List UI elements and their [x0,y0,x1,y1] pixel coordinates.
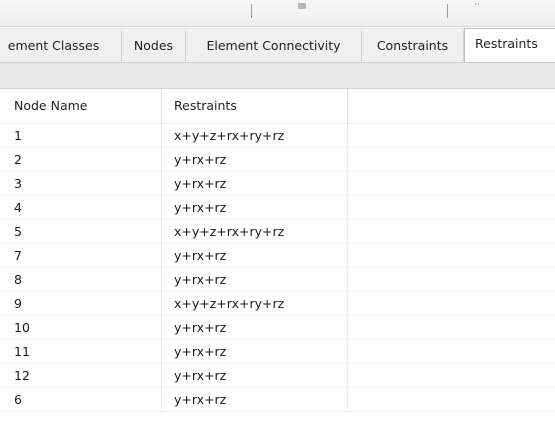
tab-nodes[interactable]: Nodes [122,31,186,61]
cell-restraints[interactable]: y+rx+rz [162,244,348,267]
toolbar-dots-icon: ·· [474,0,480,10]
restraints-table: Node Name Restraints 1 x+y+z+rx+ry+rz 2 y+r… [0,89,555,412]
tab-constraints[interactable]: Constraints [362,31,464,61]
tab-bar: ement Classes Nodes Element Connectivity… [0,28,555,63]
cell-restraints[interactable]: y+rx+rz [162,268,348,291]
table-row[interactable]: 5 x+y+z+rx+ry+rz [0,220,555,244]
table-row[interactable]: 6 y+rx+rz [0,388,555,412]
table-row[interactable]: 1 x+y+z+rx+ry+rz [0,124,555,148]
table-row[interactable]: 8 y+rx+rz [0,268,555,292]
cell-restraints[interactable]: x+y+z+rx+ry+rz [162,220,348,243]
table-row[interactable]: 4 y+rx+rz [0,196,555,220]
column-header-restraints[interactable]: Restraints [162,89,348,123]
table-row[interactable]: 7 y+rx+rz [0,244,555,268]
toolbar-separator [251,4,252,18]
cell-node-name[interactable]: 7 [0,244,162,267]
cell-restraints[interactable]: y+rx+rz [162,172,348,195]
toolbar-separator [447,4,448,18]
cell-node-name[interactable]: 1 [0,124,162,147]
toolbar-strip: ·· [0,0,555,27]
table-row[interactable]: 11 y+rx+rz [0,340,555,364]
cell-restraints[interactable]: y+rx+rz [162,388,348,411]
cell-restraints[interactable]: x+y+z+rx+ry+rz [162,124,348,147]
cell-node-name[interactable]: 3 [0,172,162,195]
table-row[interactable]: 9 x+y+z+rx+ry+rz [0,292,555,316]
table-row[interactable]: 2 y+rx+rz [0,148,555,172]
cell-node-name[interactable]: 11 [0,340,162,363]
table-header: Node Name Restraints [0,89,555,124]
cell-restraints[interactable]: y+rx+rz [162,364,348,387]
cell-node-name[interactable]: 8 [0,268,162,291]
cell-node-name[interactable]: 2 [0,148,162,171]
cell-restraints[interactable]: y+rx+rz [162,148,348,171]
table-row[interactable]: 10 y+rx+rz [0,316,555,340]
tab-element-connectivity[interactable]: Element Connectivity [186,31,362,61]
cell-restraints[interactable]: y+rx+rz [162,196,348,219]
cell-node-name[interactable]: 10 [0,316,162,339]
cell-node-name[interactable]: 4 [0,196,162,219]
table-row[interactable]: 3 y+rx+rz [0,172,555,196]
cell-node-name[interactable]: 12 [0,364,162,387]
tab-element-classes[interactable]: ement Classes [0,31,122,61]
cell-node-name[interactable]: 9 [0,292,162,315]
table-body: 1 x+y+z+rx+ry+rz 2 y+rx+rz 3 y+rx+rz 4 y+rx+rz 5… [0,124,555,412]
cell-restraints[interactable]: y+rx+rz [162,340,348,363]
cell-node-name[interactable]: 5 [0,220,162,243]
toolbar-grip-icon [298,3,306,9]
tab-restraints[interactable]: Restraints [464,28,555,62]
column-header-node-name[interactable]: Node Name [0,89,162,123]
cell-restraints[interactable]: y+rx+rz [162,316,348,339]
cell-restraints[interactable]: x+y+z+rx+ry+rz [162,292,348,315]
table-row[interactable]: 12 y+rx+rz [0,364,555,388]
cell-node-name[interactable]: 6 [0,388,162,411]
table-toolbar-band [0,63,555,89]
